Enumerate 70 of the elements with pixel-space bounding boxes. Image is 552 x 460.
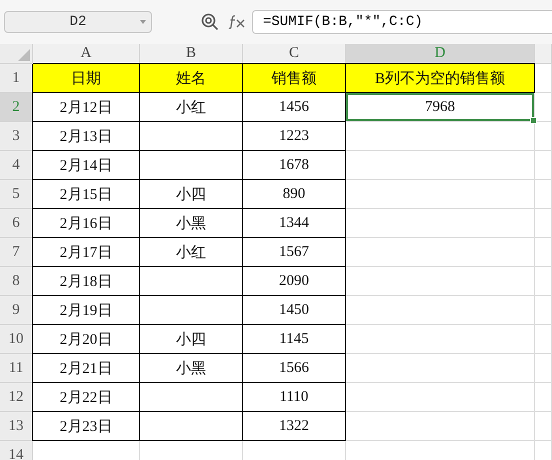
table-cell: 2月22日 [33, 383, 140, 412]
row-header[interactable]: 7 [0, 238, 33, 267]
table-cell: 1450 [243, 296, 346, 325]
table-cell: 7968 [346, 93, 535, 122]
table-cell: 小四 [140, 180, 243, 209]
column-header[interactable]: B [140, 44, 243, 64]
table-cell: 1567 [243, 238, 346, 267]
table-cell [535, 180, 552, 209]
table-cell: 1145 [243, 325, 346, 354]
table-cell: 姓名 [140, 64, 243, 93]
table-cell: 2月14日 [33, 151, 140, 180]
table-cell: 2月15日 [33, 180, 140, 209]
table-cell: 1566 [243, 354, 346, 383]
function-icon[interactable] [228, 15, 246, 29]
table-cell: 1223 [243, 122, 346, 151]
table-cell [535, 412, 552, 441]
table-cell: 销售额 [243, 64, 346, 93]
row-header[interactable]: 14 [0, 441, 33, 460]
table-cell: 2090 [243, 267, 346, 296]
row-header[interactable]: 1 [0, 64, 33, 93]
table-cell [535, 209, 552, 238]
name-box[interactable]: D2 [4, 11, 152, 33]
table-cell [535, 354, 552, 383]
table-cell [535, 151, 552, 180]
table-cell: 2月21日 [33, 354, 140, 383]
table-cell: 1322 [243, 412, 346, 441]
table-cell: 小黑 [140, 354, 243, 383]
table-cell: 2月13日 [33, 122, 140, 151]
table-cell: 1110 [243, 383, 346, 412]
row-header[interactable]: 10 [0, 325, 33, 354]
table-cell: 2月18日 [33, 267, 140, 296]
table-cell: B列不为空的销售额 [346, 64, 535, 93]
table-cell: 2月12日 [33, 93, 140, 122]
table-cell: 2月17日 [33, 238, 140, 267]
table-cell: 2月23日 [33, 412, 140, 441]
row-header[interactable]: 9 [0, 296, 33, 325]
row-header[interactable]: 13 [0, 412, 33, 441]
table-cell: 890 [243, 180, 346, 209]
caret-icon [140, 20, 146, 24]
table-cell [535, 383, 552, 412]
row-header[interactable]: 3 [0, 122, 33, 151]
table-cell: 2月19日 [33, 296, 140, 325]
table-cell: 小黑 [140, 209, 243, 238]
table-cell [535, 296, 552, 325]
table-cell [535, 64, 552, 93]
table-cell: 1678 [243, 151, 346, 180]
table-cell: 1344 [243, 209, 346, 238]
table-cell [535, 267, 552, 296]
row-header[interactable]: 11 [0, 354, 33, 383]
table-cell: 2月16日 [33, 209, 140, 238]
table-cell: 小红 [140, 238, 243, 267]
row-header[interactable]: 5 [0, 180, 33, 209]
row-header[interactable]: 4 [0, 151, 33, 180]
formula-field[interactable]: =SUMIF(B:B,"*",C:C) [252, 10, 552, 34]
table-cell: 1456 [243, 93, 346, 122]
row-header[interactable]: 12 [0, 383, 33, 412]
row-header[interactable]: 8 [0, 267, 33, 296]
row-header[interactable]: 6 [0, 209, 33, 238]
table-cell [535, 325, 552, 354]
column-header[interactable]: C [243, 44, 346, 64]
fill-handle[interactable] [530, 117, 537, 124]
table-cell: 日期 [33, 64, 140, 93]
table-cell: 小四 [140, 325, 243, 354]
table-cell: 2月20日 [33, 325, 140, 354]
table-cell: 小红 [140, 93, 243, 122]
table-cell [535, 122, 552, 151]
table-cell [535, 93, 552, 122]
zoom-icon[interactable] [201, 13, 219, 31]
column-header[interactable]: A [33, 44, 140, 64]
table-cell [535, 238, 552, 267]
